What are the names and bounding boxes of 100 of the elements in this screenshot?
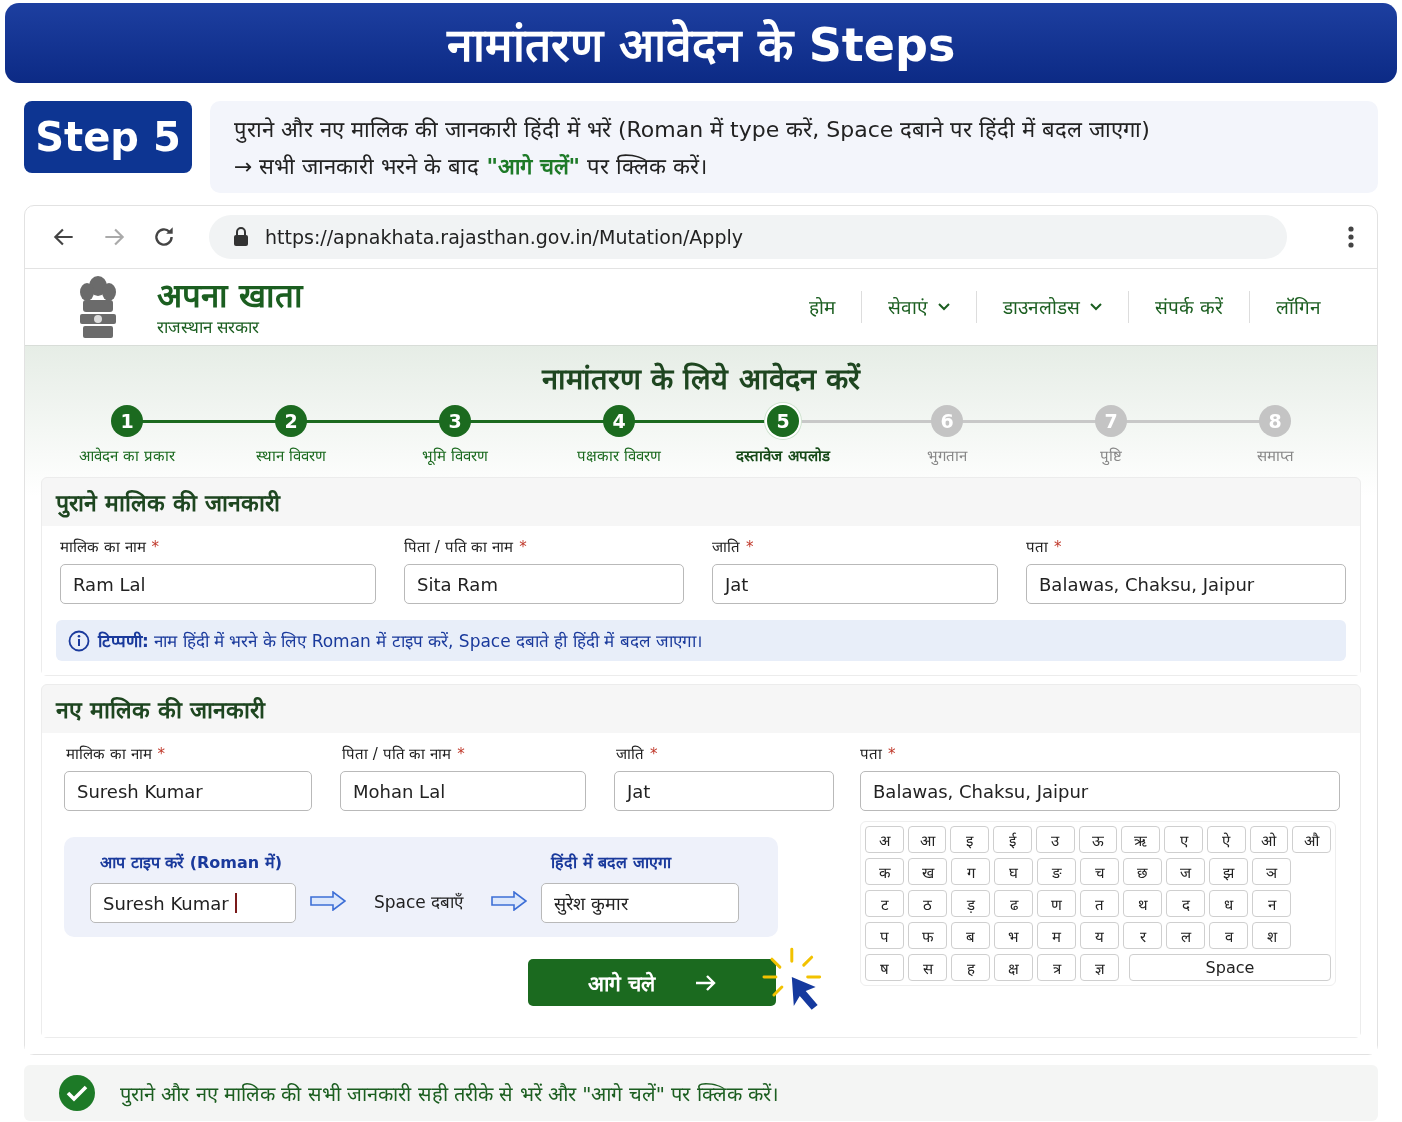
demo-label: आप टाइप करें (Roman में) [100,852,284,873]
lock-icon [233,227,249,247]
keyboard-key[interactable]: ण [1037,890,1076,917]
input-field[interactable]: Balawas, Chaksu, Jaipur [860,771,1340,811]
site-subtitle: राजस्थान सरकार [157,315,261,338]
field-label: पता [860,745,882,763]
nav-link[interactable]: सेवाएं [861,294,976,320]
step-number: 5 [767,405,799,437]
keyboard-key[interactable]: ह [951,954,990,981]
input-field[interactable]: Ram Lal [60,564,376,604]
address-bar[interactable]: https://apnakhata.rajasthan.gov.in/Mutation/Apply [209,215,1287,259]
input-field[interactable]: Suresh Kumar [90,883,296,923]
keyboard-key[interactable]: अ [865,826,904,853]
required-mark: * [151,538,160,556]
step-label: स्थान विवरण [256,446,326,465]
keyboard-key[interactable]: च [1080,858,1119,885]
keyboard-key[interactable]: ज [1166,858,1205,885]
step-label: आवेदन का प्रकार [79,446,175,465]
arrow-right-icon [310,891,346,911]
keyboard-key[interactable]: उ [1035,826,1075,853]
keyboard-key[interactable]: क [865,858,904,885]
step-label: पक्षकार विवरण [577,446,661,465]
keyboard-key[interactable]: न [1252,890,1291,917]
input-field[interactable]: Balawas, Chaksu, Jaipur [1026,564,1346,604]
keyboard-key[interactable]: ई [993,826,1032,853]
keyboard-key[interactable]: स [908,954,947,981]
input-field[interactable]: Sita Ram [404,564,684,604]
keyboard-key[interactable]: व [1209,922,1248,949]
keyboard-key[interactable]: ऊ [1078,826,1118,853]
space-key[interactable]: Space [1129,954,1331,981]
keyboard-key[interactable]: ट [865,890,904,917]
step-number: 4 [603,405,635,437]
input-field[interactable]: Suresh Kumar [64,771,312,811]
keyboard-key[interactable]: ढ [994,890,1033,917]
input-field[interactable]: Jat [614,771,834,811]
keyboard-key[interactable]: छ [1123,858,1162,885]
keyboard-key[interactable]: त्र [1037,954,1076,981]
keyboard-key[interactable]: इ [950,826,990,853]
instruction-text: Space दबाएँ [374,890,464,913]
keyboard-key[interactable]: आ [907,826,947,853]
nav-link[interactable]: डाउनलोडस [976,294,1128,320]
input-field[interactable]: Mohan Lal [340,771,586,811]
banner-title: नामांतरण आवेदन के Steps [446,17,956,74]
keyboard-key[interactable]: ऋ [1121,826,1161,853]
keyboard-key[interactable]: ब [951,922,990,949]
field-label: पिता / पति का नाम [342,745,452,763]
required-mark: * [457,745,465,763]
keyboard-key[interactable]: ग [951,858,990,885]
keyboard-key[interactable]: म [1037,922,1076,949]
keyboard-key[interactable]: भ [994,922,1033,949]
keyboard-key[interactable]: ऐ [1206,826,1246,853]
keyboard-key[interactable]: य [1080,922,1119,949]
keyboard-key[interactable]: ए [1164,826,1203,853]
keyboard-key[interactable]: ड़ [951,890,990,917]
keyboard-key[interactable]: ओ [1249,826,1289,853]
keyboard-key[interactable]: र [1123,922,1162,949]
input-field[interactable]: Jat [712,564,998,604]
step-number: 2 [275,405,307,437]
keyboard-key[interactable]: द [1166,890,1205,917]
keyboard-key[interactable]: ल [1166,922,1205,949]
keyboard-key[interactable]: क्ष [994,954,1033,981]
keyboard-key[interactable]: फ [908,922,947,949]
keyboard-key[interactable]: झ [1209,858,1248,885]
keyboard-key[interactable]: ज्ञ [1080,954,1119,981]
step-label: भुगतान [927,446,967,465]
check-icon [58,1074,96,1112]
note-text: टिप्पणी: नाम हिंदी में भरने के लिए Roman में टाइप करें, Space दबाते ही हिंदी में बदल जाएगा। [98,630,703,652]
keyboard-key[interactable]: ख [908,858,947,885]
keyboard-key[interactable]: ध [1209,890,1248,917]
next-button[interactable]: आगे चले [528,959,777,1006]
required-mark: * [519,538,527,556]
step-label: समाप्त [1256,446,1294,465]
keyboard-key[interactable]: थ [1123,890,1162,917]
keyboard-key[interactable]: घ [994,858,1033,885]
keyboard-key[interactable]: ङ [1037,858,1076,885]
keyboard-key[interactable]: प [865,922,904,949]
page-title: नामांतरण के लिये आवेदन करें [540,361,862,397]
field-label: मालिक का नाम [66,745,152,763]
arrow-right-icon [694,973,717,992]
keyboard-key[interactable]: औ [1292,826,1332,853]
nav-link[interactable]: लॉगिन [1250,294,1347,320]
keyboard-key[interactable]: ष [865,954,904,981]
keyboard-key[interactable]: श [1252,922,1291,949]
required-mark: * [1054,538,1062,556]
required-mark: * [888,745,896,763]
keyboard-key[interactable]: त [1080,890,1119,917]
demo-label: हिंदी में बदल जाएगा [551,852,673,873]
nav-link[interactable]: संपर्क करें [1128,294,1249,320]
step-number: 7 [1095,405,1127,437]
keyboard-key[interactable]: ठ [908,890,947,917]
step-label: भूमि विवरण [422,446,488,465]
instruction-text: → सभी जानकारी भरने के बाद "आगे चलें" पर क्लिक करें। [234,153,708,181]
input-field[interactable]: सुरेश कुमार [541,883,740,923]
more-icon[interactable] [1347,225,1355,249]
step-number: 8 [1259,405,1291,437]
step-label: दस्तावेज अपलोड [736,446,830,465]
tip-text: पुराने और नए मालिक की सभी जानकारी सही तरीके से भरें और "आगे चलें" पर क्लिक करें। [120,1080,780,1107]
keyboard-key[interactable]: ञ [1252,858,1291,885]
step-label: पुष्टि [1100,446,1122,465]
nav-link[interactable]: होम [782,294,861,320]
